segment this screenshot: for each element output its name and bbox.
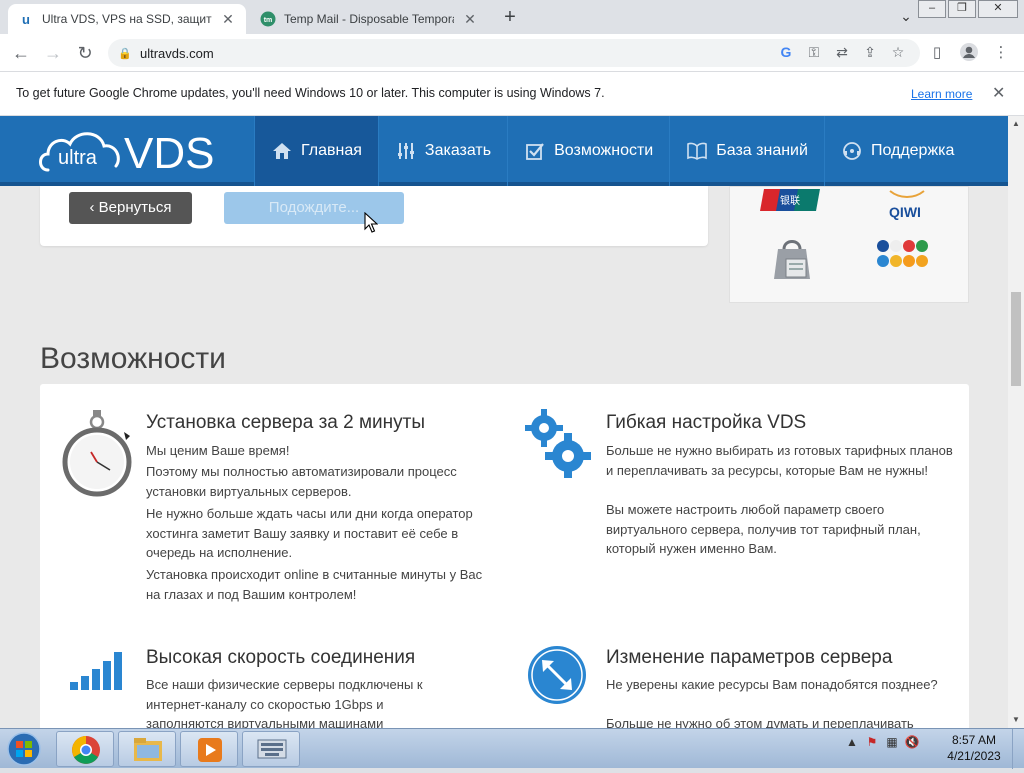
taskbar-keyboard-app[interactable] (242, 731, 300, 767)
feature-title: Изменение параметров сервера (606, 647, 893, 668)
mouse-cursor-icon (364, 211, 379, 239)
feature-text: Больше не нужно выбирать из готовых тари… (606, 443, 953, 478)
tab-title: Ultra VDS, VPS на SSD, защита о (42, 12, 212, 26)
side-panel-icon[interactable]: ▯ (926, 42, 948, 64)
feature-title: Установка сервера за 2 минуты (146, 412, 426, 433)
share-icon[interactable]: ⇪ (856, 44, 884, 61)
svg-text:VDS: VDS (124, 129, 214, 178)
feature-text: Больше не нужно об этом думать и перепла… (606, 716, 914, 728)
scroll-thumb[interactable] (1011, 292, 1021, 386)
stopwatch-icon (60, 408, 134, 503)
menu-kebab-icon[interactable]: ⋮ (990, 42, 1012, 64)
taskbar-media-player[interactable] (180, 731, 238, 767)
section-title: Возможности (40, 342, 226, 375)
profile-avatar-icon[interactable] (958, 42, 980, 64)
star-icon[interactable]: ☆ (884, 44, 912, 61)
payment-systems-grid-icon (876, 239, 928, 280)
unionpay-icon: 银联 (760, 189, 820, 216)
tab-title: Temp Mail - Disposable Tempora (284, 12, 454, 26)
tempmail-favicon: tm (260, 11, 276, 27)
update-infobar: To get future Google Chrome updates, you… (0, 72, 1024, 116)
tab-search-chevron-icon[interactable]: ⌄ (896, 8, 916, 24)
feature-text: Установка происходит online в считанные … (146, 567, 483, 602)
scroll-up-icon[interactable]: ▲ (1008, 116, 1024, 132)
back-arrow-icon[interactable]: ← (10, 42, 32, 64)
gears-icon (524, 406, 592, 483)
minimize-icon[interactable]: – (918, 0, 946, 18)
feature-text: Вы можете настроить любой параметр своег… (606, 502, 921, 556)
feature-text: Не уверены какие ресурсы Вам понадобятся… (606, 677, 938, 692)
translate-icon[interactable]: ⇄ (828, 44, 856, 61)
key-icon[interactable]: ⚿ (800, 44, 828, 61)
feature-text: Поэтому мы полностью автоматизировали пр… (146, 464, 457, 499)
tab-strip: u Ultra VDS, VPS на SSD, защита о ✕ tm T… (0, 0, 1024, 34)
support-icon (841, 140, 863, 162)
payment-methods-card: 银联 QIWI (729, 186, 969, 303)
windows-taskbar: ▲ ⚑ ▦ 🔇 8:57 AM 4/21/2023 (0, 728, 1024, 769)
clock-date: 4/21/2023 (947, 749, 1001, 763)
google-icon[interactable]: G (772, 44, 800, 61)
taskbar-clock[interactable]: 8:57 AM 4/21/2023 (944, 732, 1004, 764)
qiwi-logo: QIWI (880, 189, 930, 226)
svg-text:ultra: ultra (58, 147, 98, 169)
feature-title: Высокая скорость соединения (146, 647, 416, 668)
menu-item-knowledge-base[interactable]: База знаний (669, 116, 824, 186)
feature-text: Мы ценим Ваше время! (146, 443, 290, 458)
system-tray: ▲ ⚑ ▦ 🔇 (842, 735, 922, 749)
tray-expand-icon[interactable]: ▲ (842, 735, 862, 749)
clock-time: 8:57 AM (951, 733, 997, 747)
forward-arrow-icon[interactable]: → (42, 42, 64, 64)
site-navbar: ultra VDS Главная Заказать Возможности Б… (0, 116, 1008, 186)
sliders-icon (395, 140, 417, 162)
ultravds-logo[interactable]: ultra VDS (38, 124, 228, 180)
network-icon[interactable]: ▦ (882, 735, 902, 749)
svg-text:银联: 银联 (780, 194, 800, 207)
browser-toolbar: ← → ↻ 🔒 ultravds.com G ⚿ ⇄ ⇪ ☆ ▯ ⋮ (0, 34, 1024, 72)
scroll-down-icon[interactable]: ▼ (1008, 712, 1024, 728)
page-viewport: ultra VDS Главная Заказать Возможности Б… (0, 116, 1008, 728)
address-bar[interactable]: 🔒 ultravds.com G ⚿ ⇄ ⇪ ☆ (108, 39, 920, 67)
feature-text: Не нужно больше ждать часы или дни когда… (146, 506, 473, 560)
reload-icon[interactable]: ↻ (74, 42, 96, 64)
new-tab-button[interactable]: + (498, 6, 522, 30)
resize-arrows-icon (528, 646, 586, 709)
window-controls: – ❐ ✕ (916, 0, 1018, 18)
features-card: Установка сервера за 2 минуты Мы ценим В… (40, 384, 969, 728)
menu-item-order[interactable]: Заказать (377, 116, 507, 186)
menu-item-features[interactable]: Возможности (507, 116, 669, 186)
volume-muted-icon[interactable]: 🔇 (902, 735, 922, 749)
checkbox-icon (524, 140, 546, 162)
svg-text:QIWI: QIWI (889, 204, 921, 220)
book-icon (686, 140, 708, 162)
taskbar-explorer[interactable] (118, 731, 176, 767)
back-button[interactable]: ‹ Вернуться (69, 192, 192, 224)
flag-icon[interactable]: ⚑ (862, 735, 882, 749)
learn-more-link[interactable]: Learn more (911, 87, 972, 101)
feature-title: Гибкая настройка VDS (606, 412, 807, 433)
close-icon[interactable]: ✕ (462, 11, 478, 28)
close-icon[interactable]: ✕ (220, 11, 236, 28)
page-scrollbar[interactable]: ▲ ▼ (1008, 116, 1024, 728)
infobar-message: To get future Google Chrome updates, you… (16, 86, 605, 100)
close-window-icon[interactable]: ✕ (978, 0, 1018, 18)
close-icon[interactable]: ✕ (992, 83, 1005, 103)
feature-text: Все наши физические серверы подключены к… (146, 677, 423, 728)
start-button[interactable] (4, 731, 44, 767)
tab-tempmail[interactable]: tm Temp Mail - Disposable Tempora ✕ (250, 4, 488, 34)
lock-icon[interactable]: 🔒 (118, 47, 132, 60)
url-text[interactable]: ultravds.com (140, 46, 214, 61)
tab-ultravds[interactable]: u Ultra VDS, VPS на SSD, защита о ✕ (8, 4, 246, 34)
restore-icon[interactable]: ❐ (948, 0, 976, 18)
site-menu: Главная Заказать Возможности База знаний (254, 116, 970, 186)
svg-text:tm: tm (264, 17, 273, 24)
menu-item-home[interactable]: Главная (254, 116, 378, 186)
signal-bars-icon (70, 650, 124, 695)
home-icon (271, 140, 293, 162)
show-desktop-button[interactable] (1012, 729, 1024, 769)
taskbar-chrome[interactable] (56, 731, 114, 767)
ultravds-favicon: u (22, 11, 30, 27)
wallet-bag-icon (768, 235, 816, 288)
menu-item-support[interactable]: Поддержка (823, 116, 970, 186)
